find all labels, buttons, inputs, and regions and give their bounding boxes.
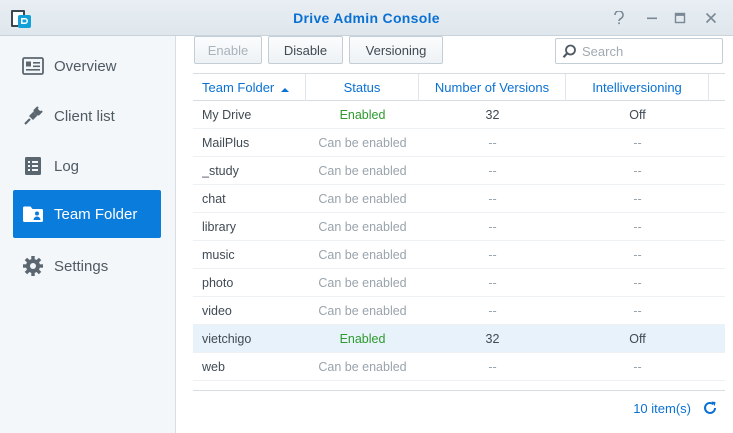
cell-team-folder: MailPlus: [202, 136, 250, 150]
column-header-intelliversioning[interactable]: Intelliversioning: [566, 74, 709, 101]
cell-intelliversioning: --: [633, 360, 642, 374]
sidebar-item-label: Overview: [54, 57, 117, 75]
cell-number-of-versions: --: [488, 220, 497, 234]
cell-team-folder: My Drive: [202, 108, 252, 122]
cell-team-folder: vietchigo: [202, 332, 252, 346]
cell-team-folder: photo: [202, 276, 234, 290]
sidebar-item-team-folder[interactable]: Team Folder: [13, 190, 161, 238]
maximize-icon[interactable]: [671, 9, 689, 27]
cell-team-folder: music: [202, 248, 235, 262]
cell-intelliversioning: --: [633, 136, 642, 150]
cell-intelliversioning: --: [633, 220, 642, 234]
cell-intelliversioning: --: [633, 248, 642, 262]
help-icon[interactable]: [610, 9, 628, 27]
cell-number-of-versions: 32: [485, 108, 500, 122]
cell-intelliversioning: --: [633, 192, 642, 206]
cell-number-of-versions: 32: [485, 332, 500, 346]
cell-intelliversioning: --: [633, 276, 642, 290]
disable-button[interactable]: Disable: [268, 36, 343, 64]
log-icon: [22, 155, 44, 177]
cell-intelliversioning: Off: [629, 108, 646, 122]
column-header-team-folder[interactable]: Team Folder: [193, 74, 306, 101]
cell-status: Can be enabled: [318, 276, 407, 290]
gear-icon: [22, 255, 44, 277]
title-bar: Drive Admin Console: [0, 0, 733, 36]
item-count: 10 item(s): [633, 401, 691, 416]
cell-intelliversioning: --: [633, 304, 642, 318]
sidebar-item-settings[interactable]: Settings: [13, 242, 161, 290]
overview-icon: [22, 55, 44, 77]
cell-number-of-versions: --: [488, 276, 497, 290]
column-header-number-of-versions[interactable]: Number of Versions: [419, 74, 566, 101]
cell-status: Can be enabled: [318, 192, 407, 206]
cell-team-folder: _study: [202, 164, 239, 178]
cell-number-of-versions: --: [488, 136, 497, 150]
refresh-icon[interactable]: [701, 399, 719, 417]
sidebar-item-label: Log: [54, 157, 80, 175]
team-folder-icon: [22, 203, 44, 225]
cell-number-of-versions: --: [488, 164, 497, 178]
sidebar: Overview Client list Log Team Folder Set…: [0, 36, 176, 433]
table-row[interactable]: vietchigo Enabled 32 Off: [193, 325, 725, 353]
table-row[interactable]: web Can be enabled -- --: [193, 353, 725, 381]
search-icon: [556, 44, 582, 59]
cell-team-folder: web: [202, 360, 225, 374]
cell-team-folder: video: [202, 304, 232, 318]
table-row[interactable]: My Drive Enabled 32 Off: [193, 101, 725, 129]
plug-icon: [22, 105, 44, 127]
cell-intelliversioning: Off: [629, 332, 646, 346]
enable-button[interactable]: Enable: [194, 36, 262, 64]
cell-number-of-versions: --: [488, 360, 497, 374]
search-input[interactable]: [582, 43, 712, 59]
sidebar-item-overview[interactable]: Overview: [13, 42, 161, 90]
cell-team-folder: library: [202, 220, 237, 234]
close-icon[interactable]: [702, 9, 720, 27]
cell-status: Can be enabled: [318, 220, 407, 234]
cell-status: Can be enabled: [318, 136, 407, 150]
sidebar-item-client-list[interactable]: Client list: [13, 92, 161, 140]
cell-number-of-versions: --: [488, 304, 497, 318]
team-folder-table: Team Folder Status Number of Versions In…: [193, 73, 725, 390]
minimize-icon[interactable]: [643, 9, 661, 27]
main-panel: Enable Disable Versioning Team Folder St…: [177, 36, 733, 433]
versioning-button[interactable]: Versioning: [349, 36, 443, 64]
cell-status: Can be enabled: [318, 248, 407, 262]
table-row[interactable]: _study Can be enabled -- --: [193, 157, 725, 185]
sort-ascending-icon: [280, 75, 289, 102]
cell-status: Can be enabled: [318, 360, 407, 374]
cell-status: Enabled: [339, 108, 386, 122]
table-body: My Drive Enabled 32 Off MailPlus Can be enabl…: [193, 101, 725, 381]
cell-status: Can be enabled: [318, 164, 407, 178]
sidebar-item-label: Client list: [54, 107, 115, 125]
cell-intelliversioning: --: [633, 164, 642, 178]
cell-status: Can be enabled: [318, 304, 407, 318]
table-row[interactable]: photo Can be enabled -- --: [193, 269, 725, 297]
sidebar-item-log[interactable]: Log: [13, 142, 161, 190]
cell-team-folder: chat: [202, 192, 226, 206]
column-header-label: Team Folder: [202, 80, 275, 95]
search-box[interactable]: [555, 38, 723, 64]
column-header-status[interactable]: Status: [306, 74, 419, 101]
table-row[interactable]: video Can be enabled -- --: [193, 297, 725, 325]
sidebar-item-label: Settings: [54, 257, 109, 275]
cell-number-of-versions: --: [488, 248, 497, 262]
cell-status: Enabled: [339, 332, 386, 346]
table-row[interactable]: chat Can be enabled -- --: [193, 185, 725, 213]
table-row[interactable]: music Can be enabled -- --: [193, 241, 725, 269]
cell-number-of-versions: --: [488, 192, 497, 206]
table-row[interactable]: MailPlus Can be enabled -- --: [193, 129, 725, 157]
sidebar-item-label: Team Folder: [54, 205, 138, 223]
table-footer: 10 item(s): [193, 390, 725, 424]
table-row[interactable]: library Can be enabled -- --: [193, 213, 725, 241]
table-header: Team Folder Status Number of Versions In…: [193, 74, 725, 101]
